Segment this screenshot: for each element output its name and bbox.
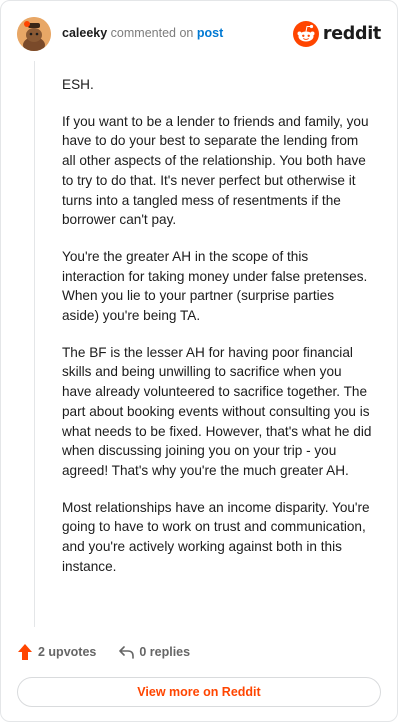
avatar-icon <box>17 17 51 51</box>
username-link[interactable]: caleeky <box>62 26 107 40</box>
thread-line[interactable] <box>34 61 35 627</box>
upvote-arrow-icon <box>18 644 32 660</box>
avatar[interactable] <box>17 17 51 51</box>
comment-paragraph: ESH. <box>62 77 94 92</box>
comment-paragraph: Most relationships have an income dispar… <box>62 499 370 574</box>
reddit-wordmark: reddit <box>322 24 381 44</box>
reddit-brand[interactable]: reddit <box>292 21 381 47</box>
view-more-button[interactable]: View more on Reddit <box>17 677 381 707</box>
comment-header: caleeky commented on post reddit <box>17 17 381 51</box>
comment-paragraph: If you want to be a lender to friends an… <box>62 113 369 228</box>
comment-actions: 2 upvotes 0 replies <box>17 642 190 662</box>
upvote-count: 2 upvotes <box>38 645 97 659</box>
upvote-button[interactable]: 2 upvotes <box>17 643 96 661</box>
comment-paragraph: You're the greater AH in the scope of th… <box>62 248 368 324</box>
reddit-logo-icon <box>292 21 319 47</box>
post-link[interactable]: post <box>197 26 223 40</box>
comment-paragraph: The BF is the lesser AH for having poor … <box>62 344 372 478</box>
comment-body: ESH. If you want to be a lender to frien… <box>62 75 374 593</box>
commented-on-text: commented on <box>110 26 194 40</box>
reply-count: 0 replies <box>139 645 191 659</box>
comment-meta: caleeky commented on post <box>62 26 223 40</box>
reply-button[interactable]: 0 replies <box>118 645 190 659</box>
comment-card: caleeky commented on post reddit ESH. If… <box>0 0 398 722</box>
reply-arrow-icon <box>119 646 135 659</box>
